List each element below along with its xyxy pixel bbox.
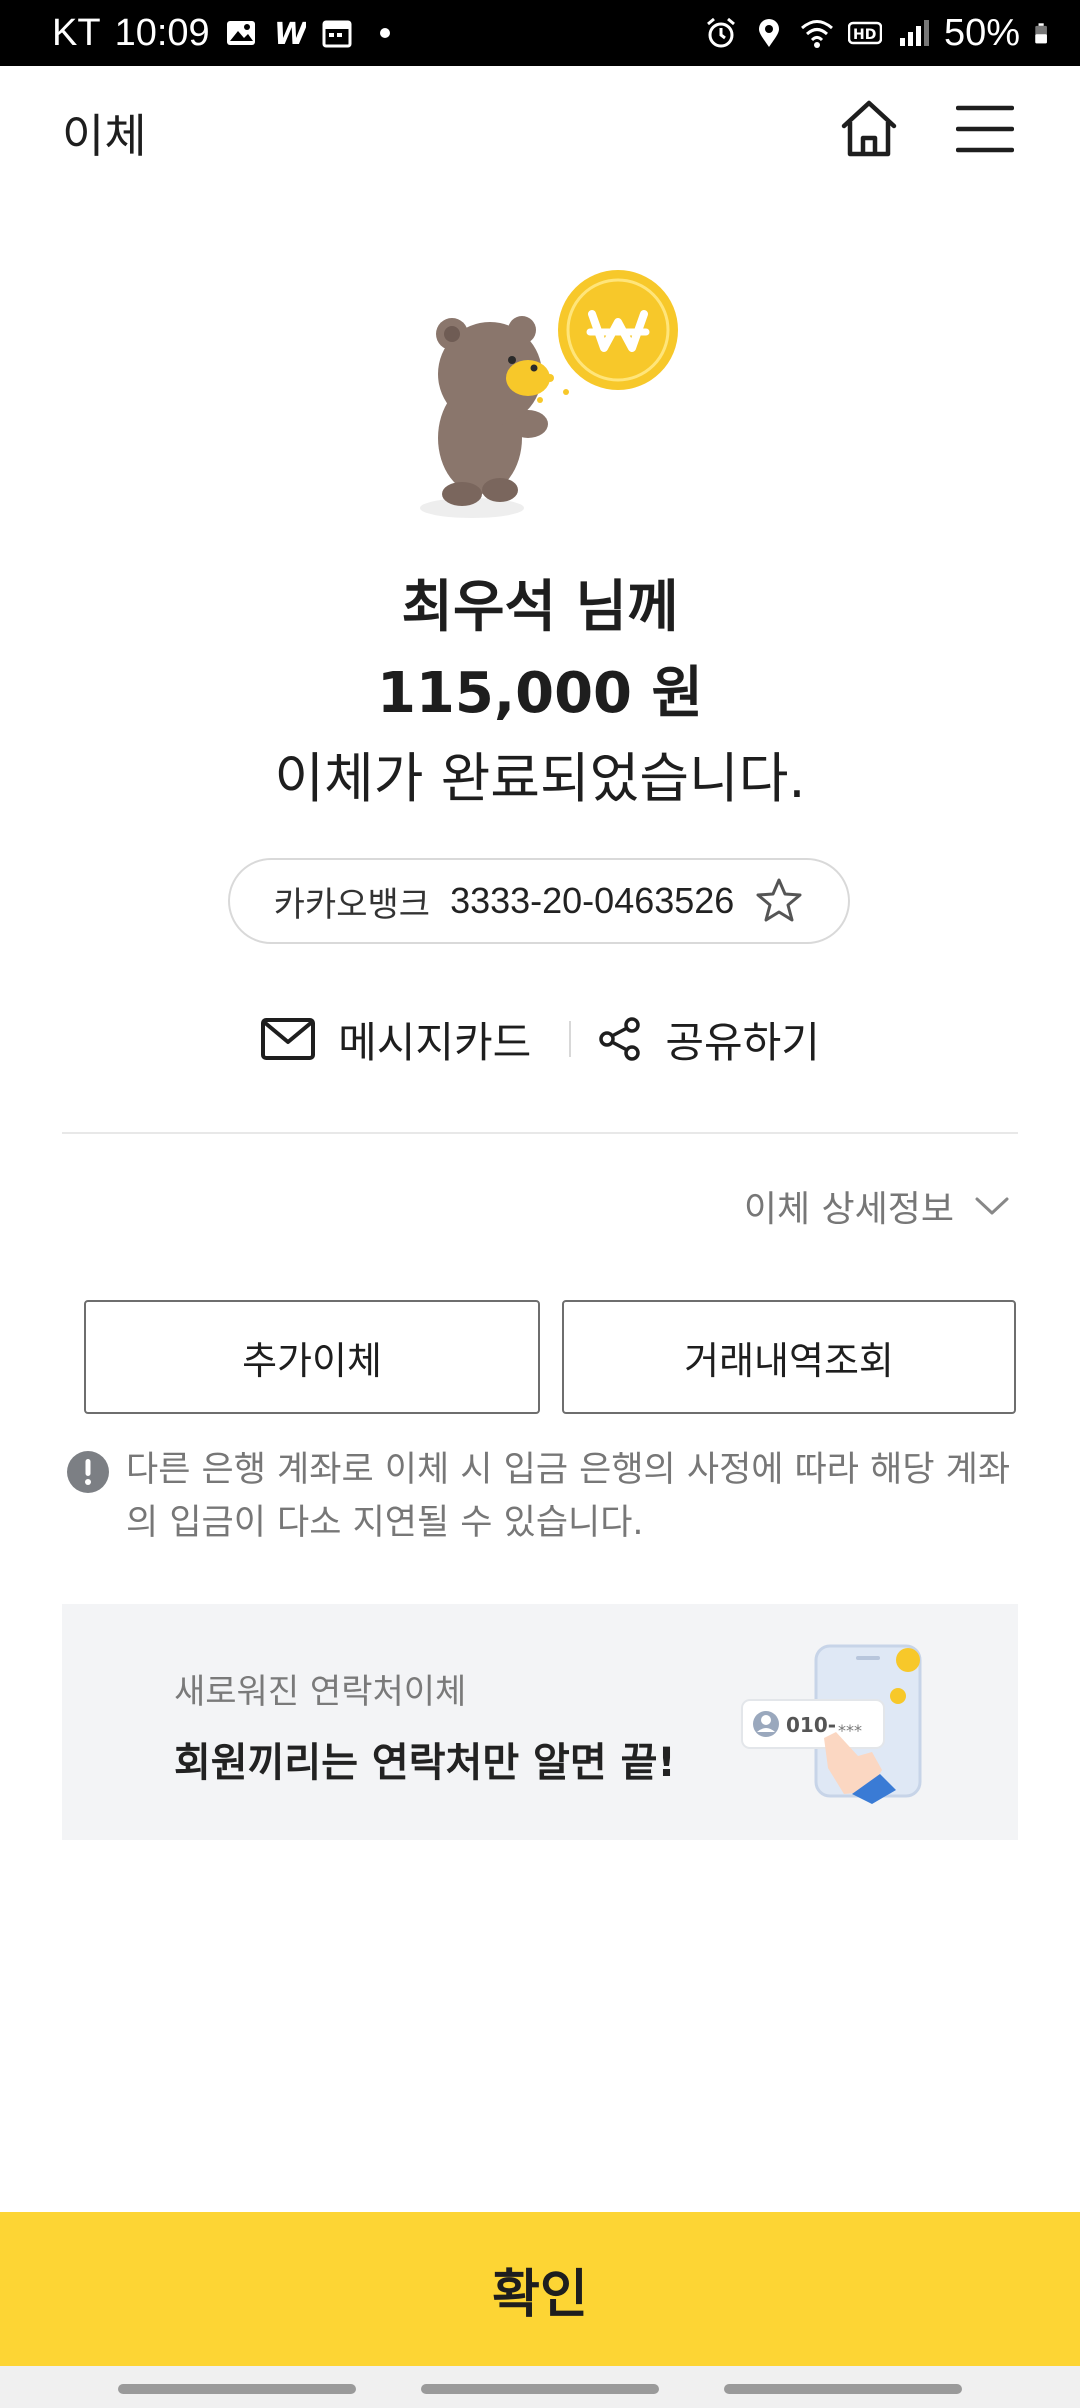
info-icon	[67, 1451, 109, 1493]
contact-transfer-banner[interactable]: 새로워진 연락처이체 회원끼리는 연락처만 알면 끝! 010- ***	[62, 1604, 1018, 1840]
star-icon[interactable]	[754, 876, 804, 926]
account-number: 3333-20-0463526	[450, 880, 735, 921]
transfer-amount: 115,000 원	[376, 661, 704, 726]
clock: 10:09	[114, 11, 210, 54]
action-separator	[569, 1021, 572, 1057]
battery-icon	[1035, 23, 1047, 44]
system-navigation-bar	[0, 2366, 1080, 2408]
section-divider	[62, 1132, 1018, 1134]
account-info-pill: 카카오뱅크 3333-20-0463526	[228, 858, 850, 944]
banner-subtitle: 새로워진 연락처이체	[174, 1672, 467, 1712]
share-icon	[599, 1017, 641, 1061]
battery-percent: 50%	[943, 11, 1020, 54]
message-card-button[interactable]: 메시지카드	[260, 1009, 531, 1070]
carrier-label: KT	[52, 11, 101, 54]
alarm-icon	[706, 17, 735, 48]
w-app-icon: W	[274, 17, 306, 50]
status-bar: KT 10:09 W HD 50%	[0, 0, 1080, 66]
banner-title: 회원끼리는 연락처만 알면 끝!	[174, 1740, 676, 1786]
transaction-history-button[interactable]: 거래내역조회	[562, 1300, 1016, 1414]
notice-text: 다른 은행 계좌로 이체 시 입금 은행의 사정에 따라 해당 계좌의 입금이 …	[126, 1450, 1011, 1543]
bear-coin-illustration	[420, 270, 678, 518]
transfer-details-toggle[interactable]: 이체 상세정보	[744, 1180, 1010, 1232]
share-actions: 메시지카드 공유하기	[0, 1004, 1080, 1074]
banner-phone-label: 010-	[786, 1713, 836, 1737]
status-bar-left: KT 10:09 W	[52, 0, 402, 66]
app-header: 이체	[0, 66, 1080, 190]
banner-phone-mask: ***	[838, 1721, 862, 1740]
share-button[interactable]: 공유하기	[597, 1009, 820, 1070]
chevron-down-icon	[975, 1197, 1009, 1215]
wifi-icon	[800, 20, 833, 48]
hd-icon: HD	[847, 21, 882, 45]
share-label: 공유하기	[665, 1017, 820, 1067]
home-icon[interactable]	[836, 96, 902, 162]
svg-text:W: W	[274, 17, 306, 50]
location-icon	[758, 19, 779, 47]
signal-icon	[899, 20, 929, 46]
message-card-label: 메시지카드	[338, 1017, 532, 1067]
page-title: 이체	[62, 109, 147, 163]
nav-home-button[interactable]	[421, 2384, 659, 2394]
bank-name: 카카오뱅크	[273, 884, 431, 925]
envelope-icon	[261, 1018, 316, 1060]
svg-text:HD: HD	[853, 27, 876, 43]
transfer-details-label: 이체 상세정보	[743, 1189, 954, 1230]
hamburger-menu-icon[interactable]	[956, 102, 1014, 156]
phone-contact-illustration: 010- ***	[741, 1644, 922, 1804]
delay-notice: 다른 은행 계좌로 이체 시 입금 은행의 사정에 따라 해당 계좌의 입금이 …	[66, 1444, 1016, 1550]
calendar-icon	[322, 20, 352, 48]
completion-message: 이체가 완료되었습니다.	[274, 747, 806, 810]
status-bar-right: HD 50%	[704, 0, 1056, 66]
gallery-icon	[226, 21, 255, 45]
nav-back-button[interactable]	[724, 2384, 962, 2394]
nav-recents-button[interactable]	[118, 2384, 356, 2394]
confirm-button[interactable]: 확인	[0, 2212, 1080, 2366]
dot-icon	[379, 28, 390, 38]
additional-transfer-button[interactable]: 추가이체	[84, 1300, 540, 1414]
recipient-name: 최우석 님께	[401, 575, 679, 640]
